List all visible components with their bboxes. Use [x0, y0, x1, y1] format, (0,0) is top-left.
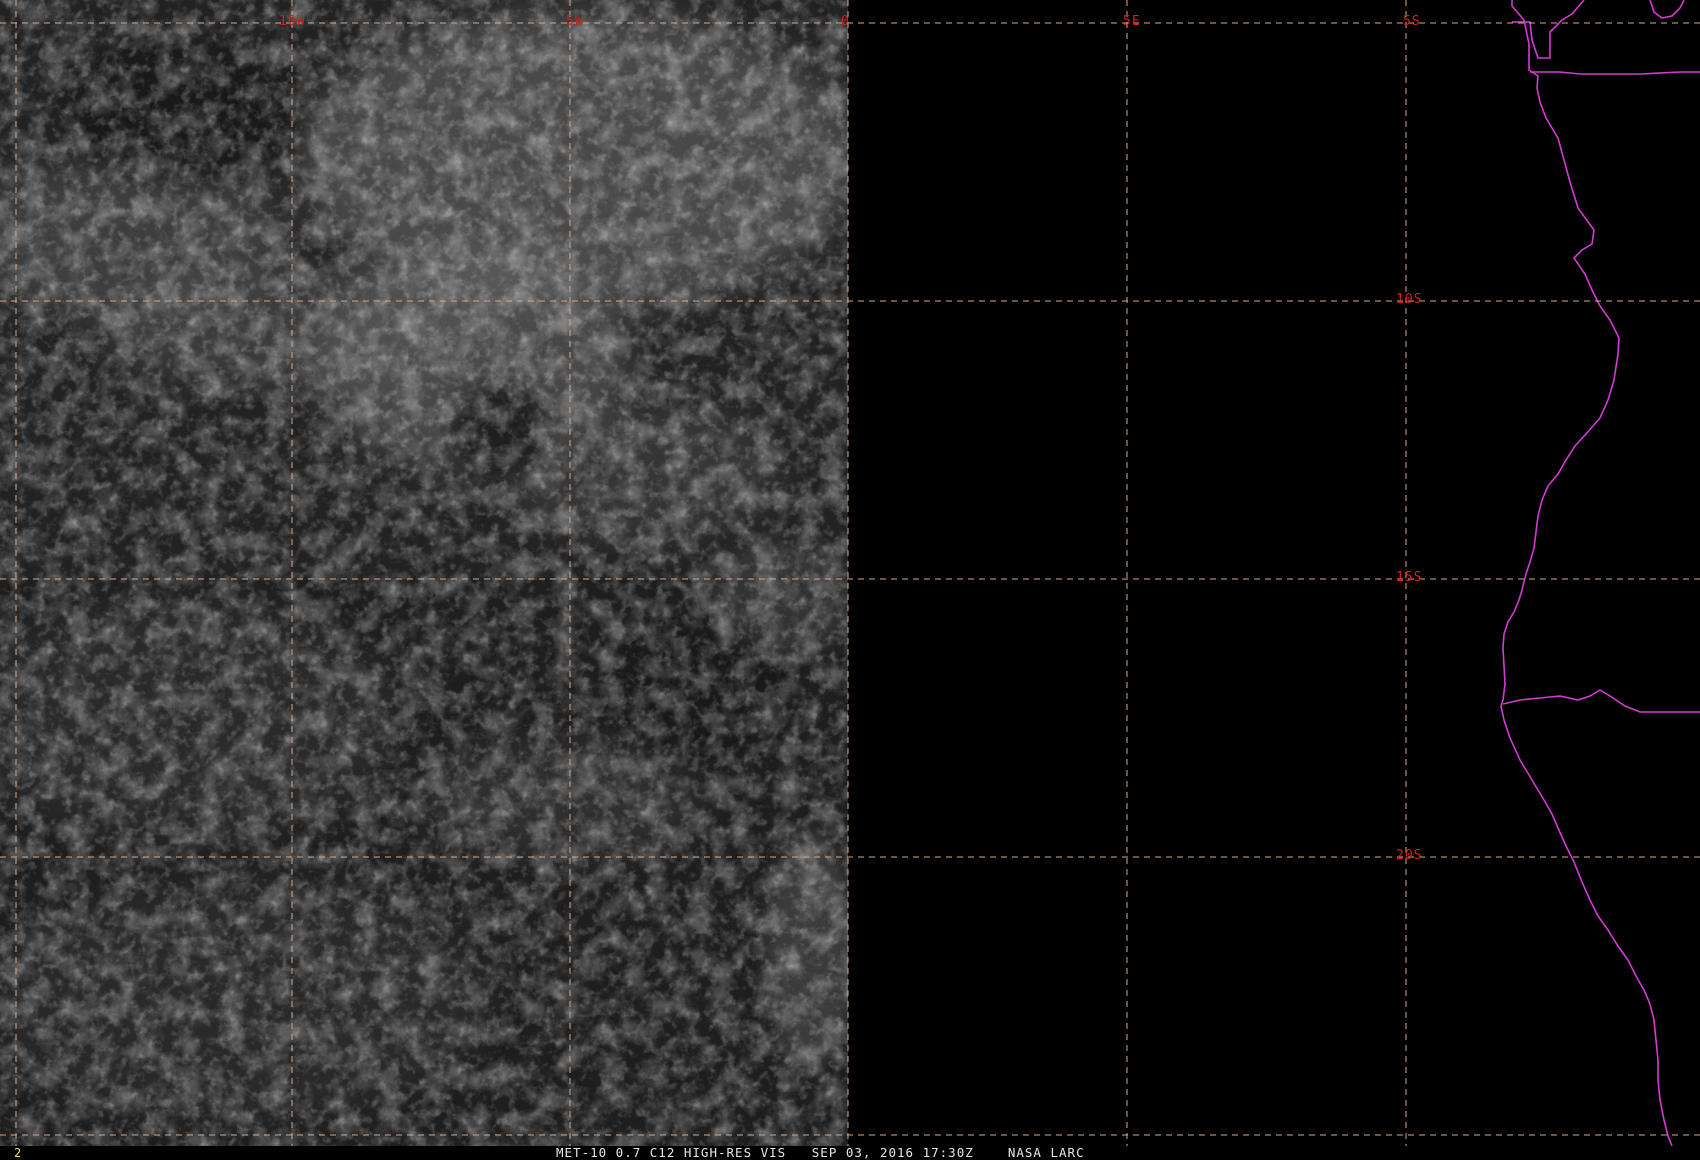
lat-label-20s: 20S — [1396, 848, 1423, 863]
frame-number: 2 — [14, 1146, 22, 1160]
lon-label-0: 0 — [841, 14, 850, 29]
map-viewport[interactable]: 10W 5W 0 5E 5S 10S 15S 20S 2 MET-10 0.7 … — [0, 0, 1700, 1160]
lat-label-5s: 5S — [1403, 14, 1421, 29]
lon-label-10w: 10W — [279, 14, 306, 29]
lat-label-10s: 10S — [1396, 292, 1423, 307]
coastline — [1500, 0, 1700, 1147]
border-top-east — [1649, 0, 1685, 19]
coastline-main — [1500, 0, 1673, 1147]
lon-label-5e: 5E — [1123, 14, 1141, 29]
border-cabinda — [1512, 0, 1585, 59]
border-south — [1502, 689, 1700, 713]
image-caption: MET-10 0.7 C12 HIGH-RES VIS SEP 03, 2016… — [556, 1145, 1085, 1160]
lat-label-15s: 15S — [1396, 570, 1423, 585]
lon-label-5w: 5W — [566, 14, 584, 29]
imagery-region — [0, 0, 848, 1146]
satellite-image — [0, 0, 1700, 1147]
border-north — [1530, 71, 1700, 75]
